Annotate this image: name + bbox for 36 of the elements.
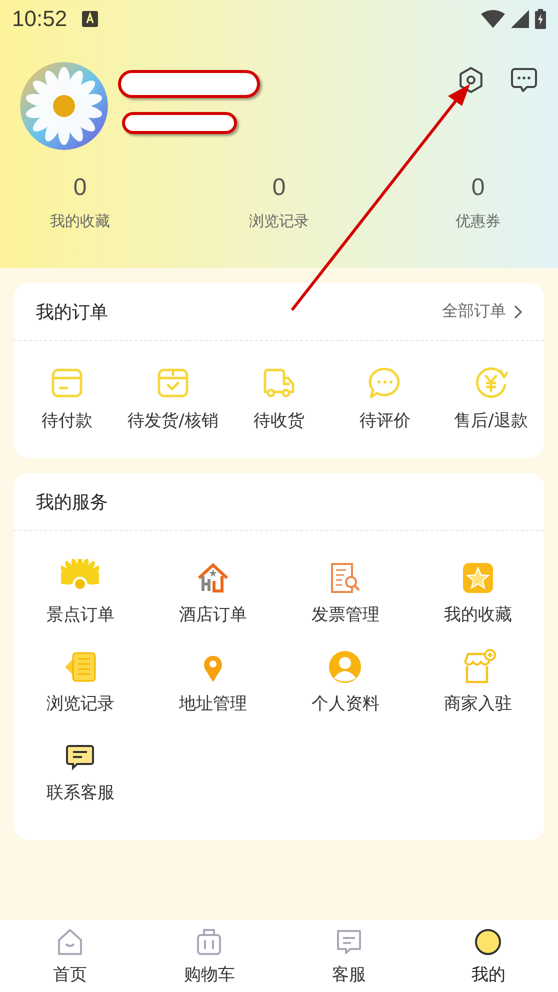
section-title: 我的服务 <box>36 490 108 514</box>
all-orders-link[interactable]: 全部订单 <box>442 301 522 322</box>
order-status-button[interactable]: 待收货 <box>226 365 332 432</box>
service-button[interactable]: 商家入驻 <box>412 648 544 715</box>
service-button[interactable]: 发票管理 <box>279 559 412 626</box>
stat-value: 0 <box>471 174 485 202</box>
nav-tab[interactable]: 首页 <box>0 920 140 992</box>
stat-value: 0 <box>272 174 286 202</box>
stat-value: 0 <box>73 174 87 202</box>
service-button[interactable]: 酒店订单 <box>146 559 279 626</box>
section-title: 我的订单 <box>36 300 108 324</box>
chevron-icon <box>514 304 522 318</box>
service-button[interactable]: 我的收藏 <box>412 559 544 626</box>
service-button[interactable]: 个人资料 <box>279 648 412 715</box>
message-icon[interactable] <box>510 66 538 94</box>
wifi-icon <box>481 10 505 28</box>
order-status-button[interactable]: 售后/退款 <box>438 365 544 432</box>
settings-icon[interactable] <box>458 66 484 94</box>
nav-tab[interactable]: 购物车 <box>140 920 279 992</box>
service-button[interactable]: 景点订单 <box>14 559 146 626</box>
yen-refresh-icon <box>473 365 509 401</box>
stat-label: 我的收藏 <box>50 212 110 231</box>
stat-label: 浏览记录 <box>249 212 309 231</box>
clock: 10:52 <box>12 6 68 32</box>
battery-icon <box>535 9 546 29</box>
service-button[interactable]: 浏览记录 <box>14 648 146 715</box>
order-status-button[interactable]: 待发货/核销 <box>120 365 226 432</box>
avatar-image[interactable] <box>20 62 108 150</box>
stat-label: 优惠券 <box>456 212 500 231</box>
service-button[interactable]: 联系客服 <box>14 737 146 804</box>
signal-icon <box>511 10 529 28</box>
nav-tab[interactable]: 我的 <box>418 920 558 992</box>
order-status-button[interactable]: 待付款 <box>14 365 120 432</box>
order-status-button[interactable]: 待评价 <box>332 365 438 432</box>
nav-tab[interactable]: 客服 <box>279 920 418 992</box>
service-button[interactable]: 地址管理 <box>146 648 279 715</box>
